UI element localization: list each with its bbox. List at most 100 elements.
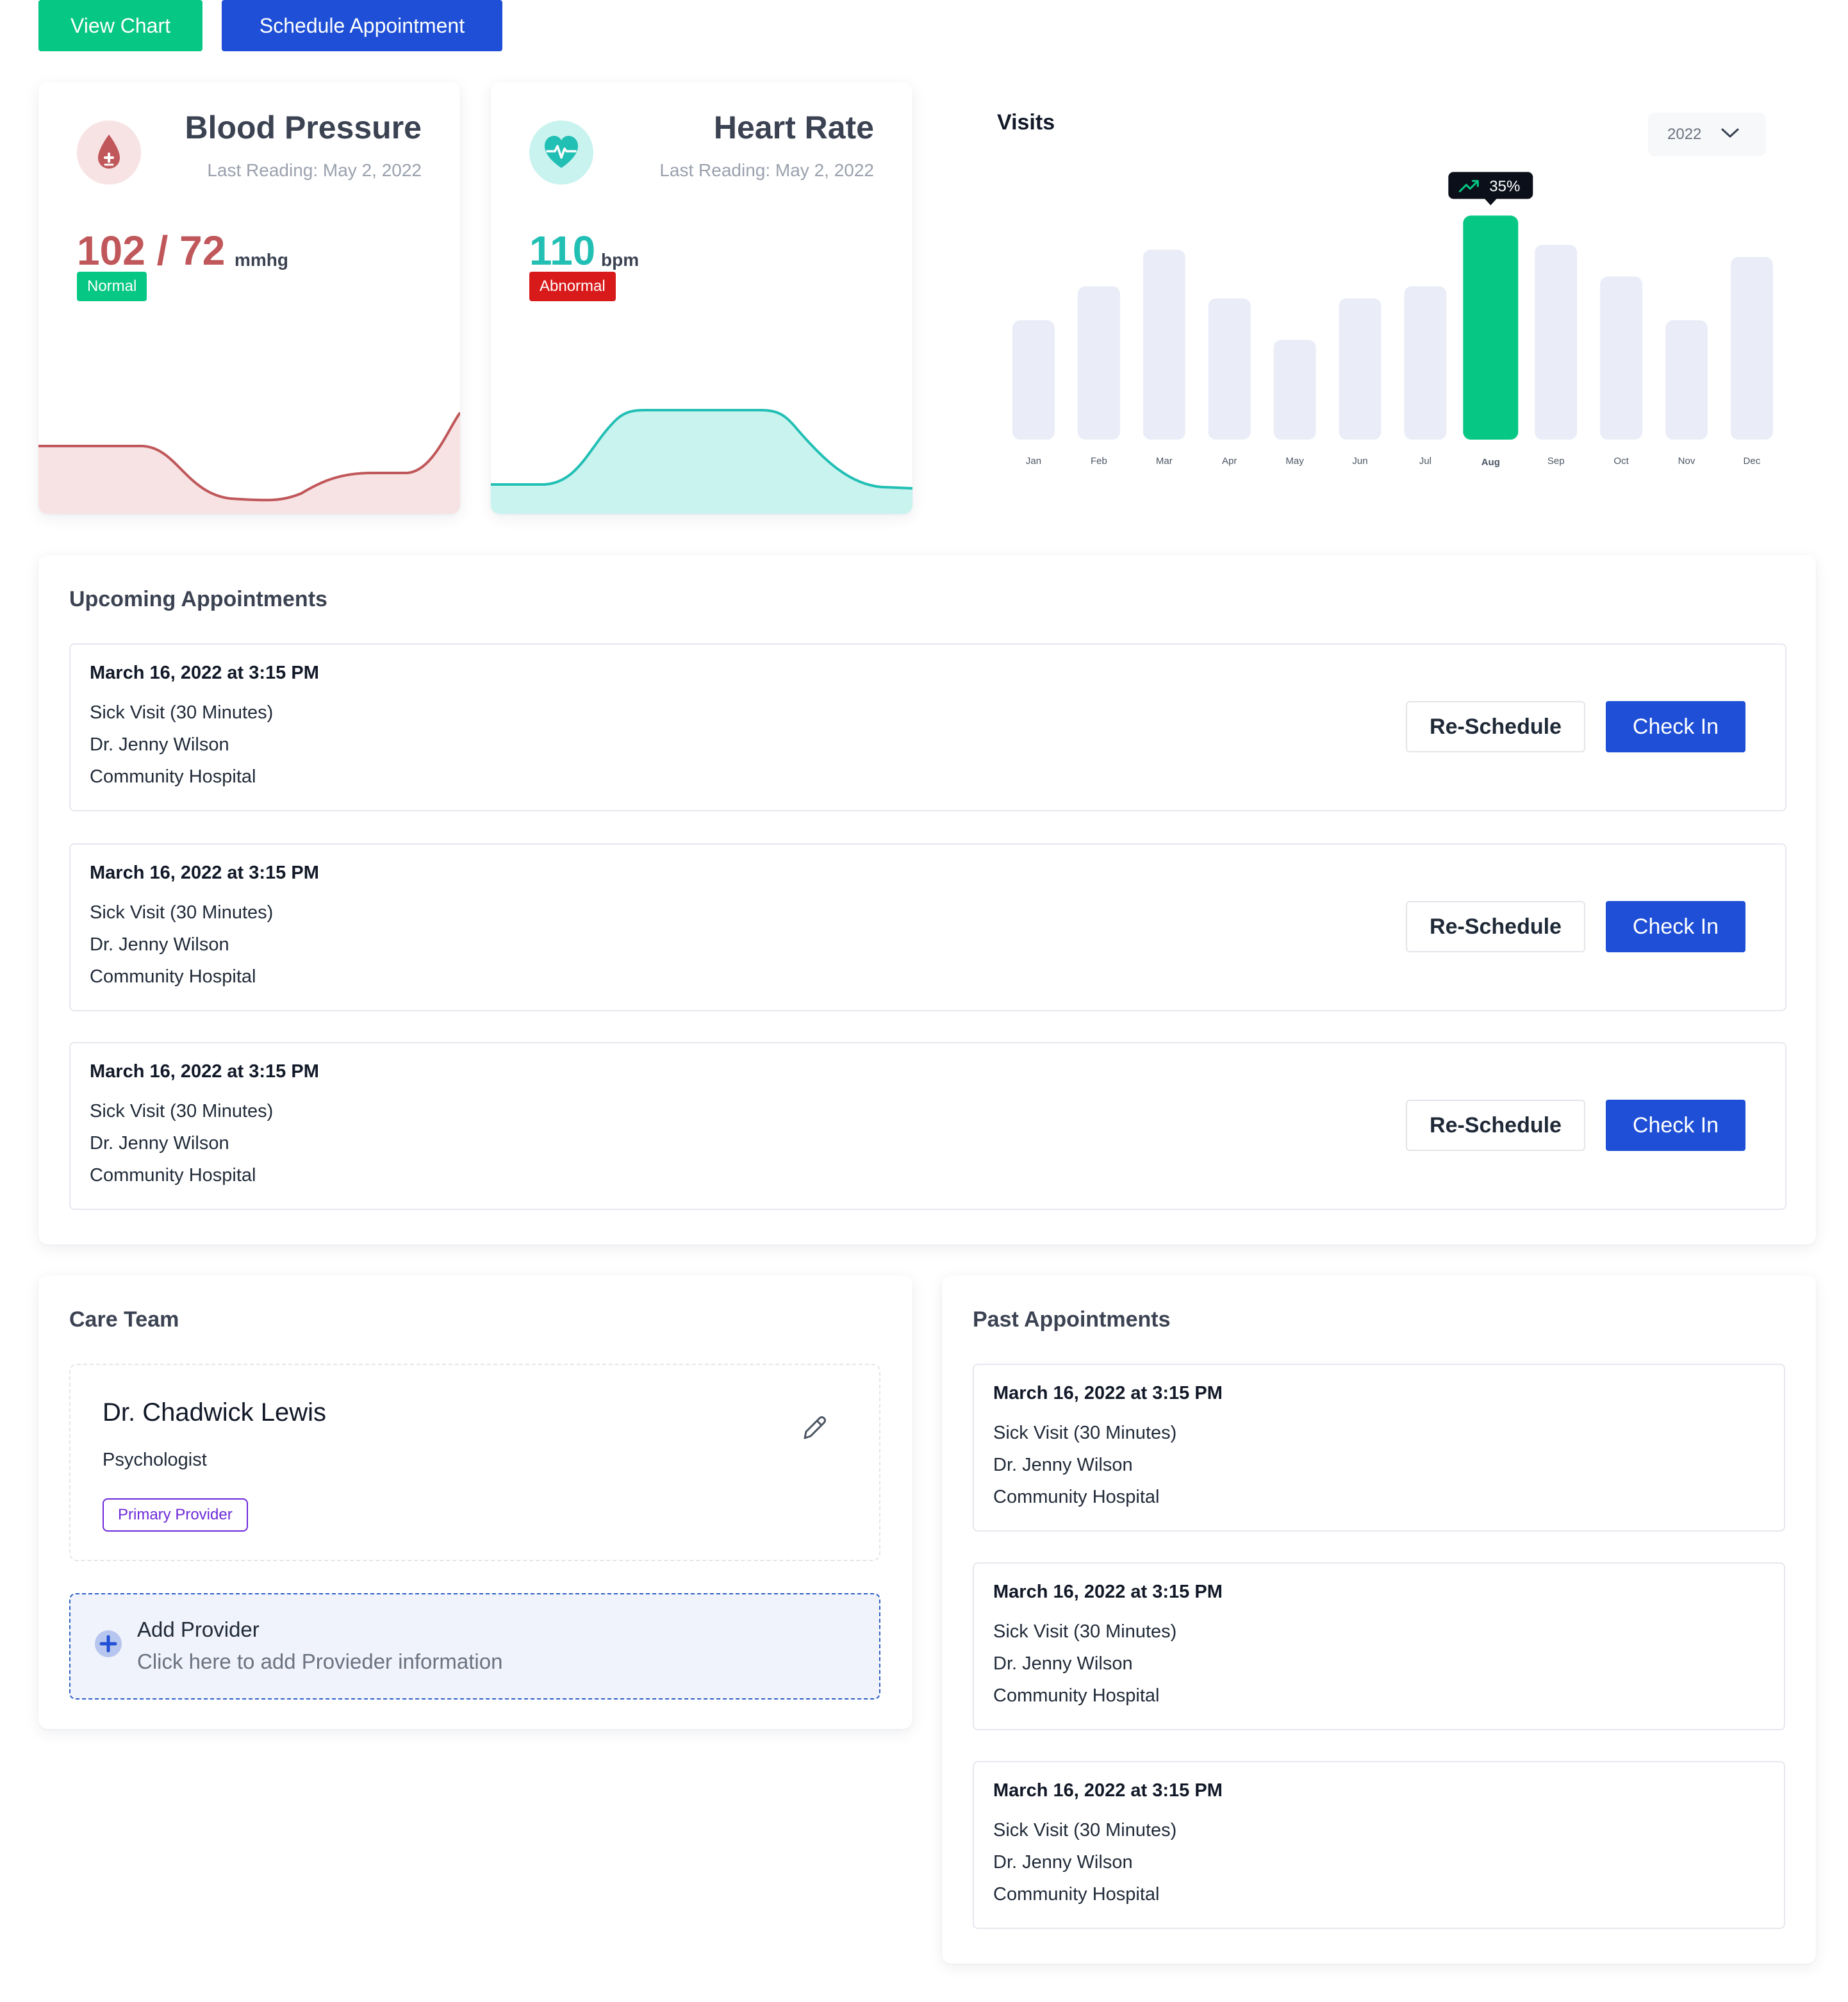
appointment-type: Sick Visit (30 Minutes)	[993, 1621, 1177, 1642]
vital-value: 102 / 72	[77, 228, 226, 274]
bar-dec[interactable]	[1730, 257, 1773, 440]
appointment-date: March 16, 2022 at 3:15 PM	[993, 1582, 1223, 1602]
bar-aug[interactable]	[1463, 215, 1519, 440]
appointment-location: Community Hospital	[90, 1165, 256, 1186]
section-title: Past Appointments	[973, 1307, 1171, 1332]
blood-drop-icon	[77, 120, 141, 185]
appointment-location: Community Hospital	[90, 766, 256, 787]
primary-provider-badge: Primary Provider	[103, 1498, 248, 1532]
bar-jun[interactable]	[1339, 298, 1382, 440]
x-tick-label: Oct	[1613, 456, 1629, 467]
appointment-type: Sick Visit (30 Minutes)	[90, 702, 274, 723]
visits-title: Visits	[997, 110, 1055, 135]
appointment-doctor: Dr. Jenny Wilson	[90, 734, 229, 755]
appointment-doctor: Dr. Jenny Wilson	[993, 1852, 1133, 1873]
add-provider-button[interactable]: Add Provider Click here to add Provieder…	[69, 1593, 880, 1700]
check-in-button[interactable]: Check In	[1606, 901, 1745, 952]
bar-oct[interactable]	[1600, 276, 1643, 440]
vital-unit: bpm	[601, 250, 639, 270]
appointment-item: March 16, 2022 at 3:15 PM Sick Visit (30…	[973, 1562, 1785, 1730]
appointment-item: March 16, 2022 at 3:15 PM Sick Visit (30…	[69, 643, 1786, 811]
highlight-tooltip: 35%	[1448, 172, 1533, 206]
appointment-doctor: Dr. Jenny Wilson	[993, 1455, 1133, 1475]
section-title: Care Team	[69, 1307, 179, 1332]
last-reading: Last Reading: May 2, 2022	[207, 160, 422, 180]
x-tick-label: May	[1285, 456, 1304, 467]
bar-may[interactable]	[1273, 340, 1316, 440]
highlight-value: 35%	[1489, 178, 1520, 195]
hr-trend-chart	[491, 409, 912, 514]
x-tick-label: Jun	[1352, 456, 1367, 467]
appointment-date: March 16, 2022 at 3:15 PM	[993, 1780, 1223, 1801]
bar-mar[interactable]	[1143, 249, 1185, 440]
appointment-item: March 16, 2022 at 3:15 PM Sick Visit (30…	[69, 1042, 1786, 1210]
appointment-type: Sick Visit (30 Minutes)	[90, 902, 274, 923]
chevron-down-icon	[1720, 128, 1740, 142]
visits-bar-chart: Jan Feb Mar Apr May Jun Jul Aug 35% Sep Oct Nov Dec	[1012, 172, 1773, 468]
x-tick-label: Dec	[1744, 456, 1761, 467]
x-tick-label: Aug	[1481, 457, 1500, 468]
bar-jul[interactable]	[1404, 286, 1447, 440]
blood-pressure-card: Blood Pressure Last Reading: May 2, 2022…	[38, 82, 460, 514]
appointment-type: Sick Visit (30 Minutes)	[993, 1820, 1177, 1841]
upcoming-appointments-card: Upcoming Appointments March 16, 2022 at …	[38, 555, 1816, 1245]
x-tick-label: Sep	[1547, 456, 1565, 467]
provider-role: Psychologist	[103, 1450, 207, 1470]
appointment-item: March 16, 2022 at 3:15 PM Sick Visit (30…	[69, 843, 1786, 1011]
appointment-doctor: Dr. Jenny Wilson	[993, 1653, 1133, 1674]
bar-feb[interactable]	[1077, 286, 1120, 440]
year-select[interactable]: 2022	[1648, 113, 1766, 156]
section-title: Upcoming Appointments	[69, 587, 327, 611]
appointment-doctor: Dr. Jenny Wilson	[90, 1133, 229, 1154]
appointment-location: Community Hospital	[993, 1685, 1160, 1706]
check-in-button[interactable]: Check In	[1606, 1100, 1745, 1151]
bar-apr[interactable]	[1208, 298, 1251, 440]
edit-pencil-icon[interactable]	[798, 1412, 830, 1448]
bp-trend-chart	[38, 411, 460, 514]
vital-unit: mmhg	[235, 250, 288, 270]
add-provider-subtitle: Click here to add Provieder information	[137, 1650, 503, 1673]
check-in-button[interactable]: Check In	[1606, 701, 1745, 752]
appointment-location: Community Hospital	[993, 1884, 1160, 1905]
provider-card: Dr. Chadwick Lewis Psychologist Primary …	[69, 1364, 880, 1561]
vital-title: Blood Pressure	[185, 110, 422, 145]
appointment-location: Community Hospital	[90, 966, 256, 987]
schedule-appointment-button[interactable]: Schedule Appointment	[222, 0, 502, 51]
bar-nov[interactable]	[1665, 320, 1708, 440]
appointment-location: Community Hospital	[993, 1487, 1160, 1507]
bar-jan[interactable]	[1012, 320, 1055, 440]
plus-circle-icon	[94, 1629, 123, 1662]
appointment-date: March 16, 2022 at 3:15 PM	[90, 663, 319, 683]
appointment-type: Sick Visit (30 Minutes)	[90, 1101, 274, 1121]
appointment-item: March 16, 2022 at 3:15 PM Sick Visit (30…	[973, 1364, 1785, 1532]
view-chart-button[interactable]: View Chart	[38, 0, 202, 51]
x-tick-label: Feb	[1091, 456, 1107, 467]
status-badge: Normal	[77, 272, 147, 301]
appointment-date: March 16, 2022 at 3:15 PM	[90, 863, 319, 883]
appointment-item: March 16, 2022 at 3:15 PM Sick Visit (30…	[973, 1761, 1785, 1929]
provider-name: Dr. Chadwick Lewis	[103, 1398, 327, 1427]
x-tick-label: Mar	[1156, 456, 1173, 467]
year-select-value: 2022	[1667, 126, 1702, 143]
past-appointments-card: Past Appointments March 16, 2022 at 3:15…	[942, 1275, 1816, 1964]
heart-rate-card: Heart Rate Last Reading: May 2, 2022 110…	[491, 82, 912, 514]
reschedule-button[interactable]: Re-Schedule	[1406, 701, 1585, 752]
x-tick-label: Nov	[1678, 456, 1695, 467]
bar-sep[interactable]	[1535, 245, 1578, 440]
appointment-type: Sick Visit (30 Minutes)	[993, 1423, 1177, 1443]
x-tick-label: Apr	[1222, 456, 1237, 467]
appointment-doctor: Dr. Jenny Wilson	[90, 934, 229, 955]
appointment-date: March 16, 2022 at 3:15 PM	[993, 1383, 1223, 1403]
vital-title: Heart Rate	[713, 110, 874, 145]
last-reading: Last Reading: May 2, 2022	[659, 160, 874, 180]
x-tick-label: Jul	[1419, 456, 1431, 467]
appointment-date: March 16, 2022 at 3:15 PM	[90, 1061, 319, 1082]
care-team-card: Care Team Dr. Chadwick Lewis Psychologis…	[38, 1275, 912, 1729]
status-badge: Abnormal	[529, 272, 616, 301]
x-tick-label: Jan	[1026, 456, 1041, 467]
heart-pulse-icon	[529, 120, 593, 185]
reschedule-button[interactable]: Re-Schedule	[1406, 901, 1585, 952]
reschedule-button[interactable]: Re-Schedule	[1406, 1100, 1585, 1151]
add-provider-title: Add Provider	[137, 1617, 260, 1641]
vital-value: 110	[529, 228, 596, 274]
